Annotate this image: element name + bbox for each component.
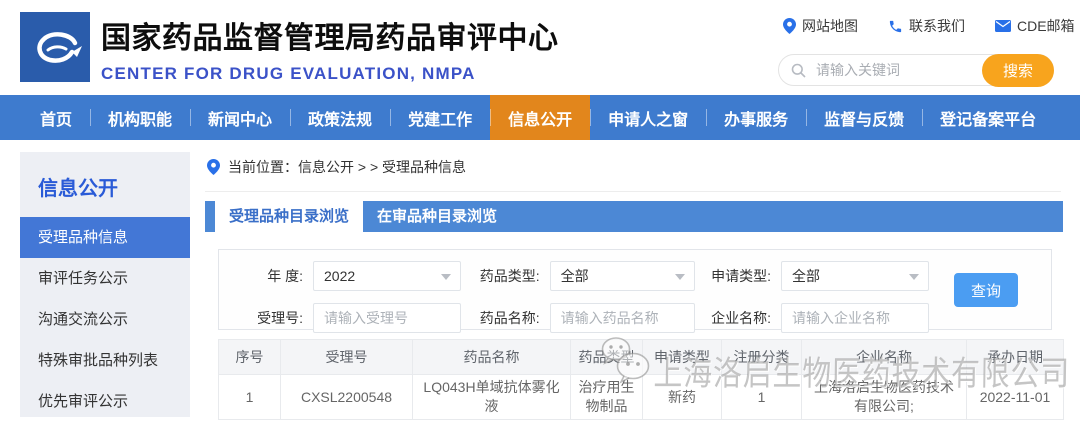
filter-input-4[interactable] xyxy=(550,303,695,333)
filter-field-3: 受理号: xyxy=(227,303,465,333)
filter-field-2: 申请类型: 全部 xyxy=(695,261,935,291)
select-value: 2022 xyxy=(324,268,355,284)
col-header-registration-class: 注册分类 xyxy=(722,340,802,375)
table-row-0: 1CXSL2200548LQ043H单域抗体雾化液治疗用生物制品新药1上海洛启生… xyxy=(219,375,1064,420)
filter-input-3[interactable] xyxy=(313,303,461,333)
tabbar: 受理品种目录浏览在审品种目录浏览 xyxy=(205,201,1063,237)
sidebar: 信息公开 受理品种信息审评任务公示沟通交流公示特殊审批品种列表优先审评公示 xyxy=(20,152,190,417)
cell-index: 1 xyxy=(219,375,281,420)
filter-select-0[interactable]: 2022 xyxy=(313,261,461,291)
cell-drug-type: 治疗用生物制品 xyxy=(571,375,643,420)
nav-item-3[interactable]: 政策法规 xyxy=(290,95,390,140)
filter-label: 年 度: xyxy=(227,266,303,286)
table-header-row: 序号受理号药品名称药品类型申请类型注册分类企业名称承办日期 xyxy=(219,340,1064,375)
main-nav: 首页机构职能新闻中心政策法规党建工作信息公开申请人之窗办事服务监督与反馈登记备案… xyxy=(0,95,1080,140)
filter-field-5: 企业名称: xyxy=(695,303,935,333)
sidebar-items: 受理品种信息审评任务公示沟通交流公示特殊审批品种列表优先审评公示 xyxy=(20,217,190,422)
tab-1[interactable]: 在审品种目录浏览 xyxy=(363,201,511,237)
location-pin-icon xyxy=(783,18,796,34)
quick-links: 网站地图 联系我们 CDE邮箱 xyxy=(783,16,1075,36)
col-header-drug-name: 药品名称 xyxy=(413,340,571,375)
filter-field-0: 年 度: 2022 xyxy=(227,261,465,291)
site-title: 国家药品监督管理局药品审评中心 xyxy=(101,13,559,57)
filter-grid: 年 度: 2022 药品类型: 全部 申请类型: 全部受理号: 药品名称: 企业名称: xyxy=(219,250,1051,333)
filter-label: 药品名称: xyxy=(465,308,540,328)
filter-select-2[interactable]: 全部 xyxy=(781,261,929,291)
nav-item-5[interactable]: 信息公开 xyxy=(490,95,590,140)
quick-link-label: 网站地图 xyxy=(802,16,858,36)
tabs: 受理品种目录浏览在审品种目录浏览 xyxy=(215,201,511,237)
cell-drug-name: LQ043H单域抗体雾化液 xyxy=(413,375,571,420)
select-value: 全部 xyxy=(561,266,589,286)
filter-field-4: 药品名称: xyxy=(465,303,695,333)
filter-text-input[interactable] xyxy=(782,304,928,332)
select-value: 全部 xyxy=(792,266,820,286)
sidebar-title: 信息公开 xyxy=(20,152,190,217)
sidebar-item-4[interactable]: 优先审评公示 xyxy=(20,381,190,422)
nav-item-2[interactable]: 新闻中心 xyxy=(190,95,290,140)
chevron-down-icon xyxy=(675,274,685,280)
site-subtitle: CENTER FOR DRUG EVALUATION, NMPA xyxy=(101,64,559,84)
cell-application-type: 新药 xyxy=(643,375,722,420)
cell-acceptance-no: CXSL2200548 xyxy=(281,375,413,420)
filter-label: 受理号: xyxy=(227,308,303,328)
quick-link-label: CDE邮箱 xyxy=(1017,16,1075,36)
page-header: 国家药品监督管理局药品审评中心 CENTER FOR DRUG EVALUATI… xyxy=(0,0,1080,95)
filter-panel: 年 度: 2022 药品类型: 全部 申请类型: 全部受理号: 药品名称: 企业名称: 查询 xyxy=(218,249,1052,330)
table-body: 1CXSL2200548LQ043H单域抗体雾化液治疗用生物制品新药1上海洛启生… xyxy=(219,375,1064,420)
chevron-down-icon xyxy=(441,274,451,280)
breadcrumb: 当前位置：信息公开 > > 受理品种信息 xyxy=(205,145,1061,192)
location-pin-icon xyxy=(207,159,220,175)
cell-registration-class: 1 xyxy=(722,375,802,420)
query-button[interactable]: 查询 xyxy=(954,273,1018,307)
col-header-index: 序号 xyxy=(219,340,281,375)
breadcrumb-text: 当前位置：信息公开 > > 受理品种信息 xyxy=(228,157,466,177)
quick-link-2[interactable]: CDE邮箱 xyxy=(995,16,1075,36)
sidebar-item-2[interactable]: 沟通交流公示 xyxy=(20,299,190,340)
tab-0[interactable]: 受理品种目录浏览 xyxy=(215,201,363,237)
nav-item-7[interactable]: 办事服务 xyxy=(706,95,806,140)
nav-item-6[interactable]: 申请人之窗 xyxy=(590,95,706,140)
chevron-down-icon xyxy=(909,274,919,280)
phone-icon xyxy=(888,19,903,34)
search-button[interactable]: 搜索 xyxy=(982,54,1054,87)
col-header-acceptance-no: 受理号 xyxy=(281,340,413,375)
nav-item-9[interactable]: 登记备案平台 xyxy=(922,95,1054,140)
search-input[interactable] xyxy=(814,61,979,79)
cell-acceptance-date: 2022-11-01 xyxy=(967,375,1064,420)
sidebar-item-0[interactable]: 受理品种信息 xyxy=(20,217,190,258)
col-header-application-type: 申请类型 xyxy=(643,340,722,375)
quick-link-1[interactable]: 联系我们 xyxy=(888,16,965,36)
cde-logo-icon xyxy=(20,12,90,82)
nav-item-1[interactable]: 机构职能 xyxy=(90,95,190,140)
results-table: 序号受理号药品名称药品类型申请类型注册分类企业名称承办日期 1CXSL22005… xyxy=(218,339,1064,420)
filter-field-1: 药品类型: 全部 xyxy=(465,261,695,291)
nav-item-8[interactable]: 监督与反馈 xyxy=(806,95,922,140)
main-content: 当前位置：信息公开 > > 受理品种信息 受理品种目录浏览在审品种目录浏览 年 … xyxy=(205,145,1065,420)
filter-label: 企业名称: xyxy=(695,308,771,328)
sidebar-item-3[interactable]: 特殊审批品种列表 xyxy=(20,340,190,381)
search-icon xyxy=(791,63,806,78)
nav-item-4[interactable]: 党建工作 xyxy=(390,95,490,140)
filter-text-input[interactable] xyxy=(551,304,694,332)
filter-select-1[interactable]: 全部 xyxy=(550,261,695,291)
col-header-acceptance-date: 承办日期 xyxy=(967,340,1064,375)
filter-input-5[interactable] xyxy=(781,303,929,333)
filter-label: 药品类型: xyxy=(465,266,540,286)
filter-label: 申请类型: xyxy=(695,266,771,286)
quick-link-label: 联系我们 xyxy=(909,16,965,36)
cell-company-name: 上海洛启生物医药技术有限公司; xyxy=(802,375,967,420)
filter-text-input[interactable] xyxy=(314,304,460,332)
sidebar-item-1[interactable]: 审评任务公示 xyxy=(20,258,190,299)
col-header-company-name: 企业名称 xyxy=(802,340,967,375)
quick-link-0[interactable]: 网站地图 xyxy=(783,16,858,36)
nav-item-0[interactable]: 首页 xyxy=(22,95,90,140)
site-search-bar: 搜索 xyxy=(778,54,1054,86)
brand-block: 国家药品监督管理局药品审评中心 CENTER FOR DRUG EVALUATI… xyxy=(101,13,559,84)
col-header-drug-type: 药品类型 xyxy=(571,340,643,375)
mail-icon xyxy=(995,20,1011,32)
